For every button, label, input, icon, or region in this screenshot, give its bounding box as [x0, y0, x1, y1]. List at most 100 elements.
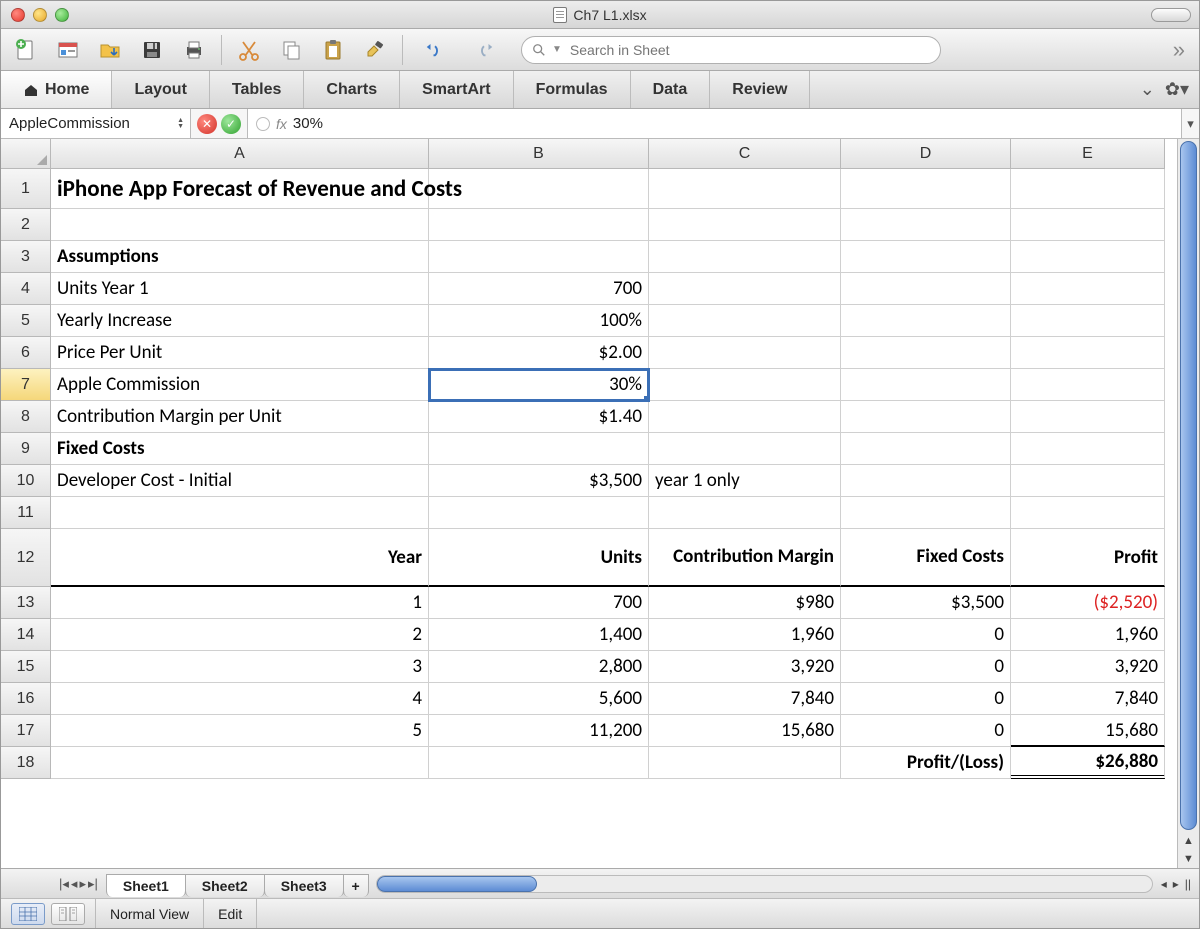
page-layout-view-button[interactable] [51, 903, 85, 925]
row-header-1[interactable]: 1 [1, 169, 51, 209]
ribbon-collapse-button[interactable]: ⌄ [1140, 79, 1155, 100]
cell-B15[interactable]: 2,800 [429, 651, 649, 683]
cell-B4[interactable]: 700 [429, 273, 649, 305]
cell-D14[interactable]: 0 [841, 619, 1011, 651]
scroll-down-button[interactable]: ▼ [1178, 850, 1199, 868]
cell-C2[interactable] [649, 209, 841, 241]
cell-E12[interactable]: Profit [1011, 529, 1165, 587]
row-header-14[interactable]: 14 [1, 619, 51, 651]
format-painter-button[interactable] [356, 33, 394, 67]
cell-E18[interactable]: $26,880 [1011, 747, 1165, 779]
cell-C6[interactable] [649, 337, 841, 369]
ribbon-tab-charts[interactable]: Charts [304, 71, 400, 108]
cell-C17[interactable]: 15,680 [649, 715, 841, 747]
sheet-tab-2[interactable]: Sheet2 [185, 874, 265, 897]
ribbon-tab-smartart[interactable]: SmartArt [400, 71, 513, 108]
ribbon-tab-data[interactable]: Data [631, 71, 711, 108]
name-box[interactable]: AppleCommission ▲▼ [1, 109, 191, 138]
ribbon-tab-review[interactable]: Review [710, 71, 810, 108]
new-workbook-button[interactable] [7, 33, 45, 67]
scroll-left-button[interactable]: ◂ [1161, 877, 1167, 891]
cell-B18[interactable] [429, 747, 649, 779]
row-header-12[interactable]: 12 [1, 529, 51, 587]
horizontal-scrollbar[interactable] [376, 875, 1153, 893]
row-header-7[interactable]: 7 [1, 369, 51, 401]
cell-A18[interactable] [51, 747, 429, 779]
cell-D18[interactable]: Profit/(Loss) [841, 747, 1011, 779]
cell-D12[interactable]: Fixed Costs [841, 529, 1011, 587]
toolbar-overflow-button[interactable]: » [1173, 37, 1193, 63]
row-header-10[interactable]: 10 [1, 465, 51, 497]
cell-B10[interactable]: $3,500 [429, 465, 649, 497]
row-header-16[interactable]: 16 [1, 683, 51, 715]
cell-C4[interactable] [649, 273, 841, 305]
cell-C3[interactable] [649, 241, 841, 273]
row-header-18[interactable]: 18 [1, 747, 51, 779]
cell-B16[interactable]: 5,600 [429, 683, 649, 715]
cancel-edit-button[interactable]: ✕ [197, 114, 217, 134]
minimize-window-button[interactable] [33, 8, 47, 22]
tab-nav-prev[interactable]: ◂ [71, 876, 78, 892]
cell-C15[interactable]: 3,920 [649, 651, 841, 683]
tab-nav-next[interactable]: ▸ [79, 876, 86, 892]
column-header-E[interactable]: E [1011, 139, 1165, 169]
row-header-6[interactable]: 6 [1, 337, 51, 369]
cell-A9[interactable]: Fixed Costs [51, 433, 429, 465]
close-window-button[interactable] [11, 8, 25, 22]
print-button[interactable] [175, 33, 213, 67]
search-box[interactable]: ▼ [521, 36, 941, 64]
cell-B9[interactable] [429, 433, 649, 465]
row-header-15[interactable]: 15 [1, 651, 51, 683]
cell-D13[interactable]: $3,500 [841, 587, 1011, 619]
cell-E8[interactable] [1011, 401, 1165, 433]
templates-button[interactable] [49, 33, 87, 67]
ribbon-tab-formulas[interactable]: Formulas [514, 71, 631, 108]
cell-B5[interactable]: 100% [429, 305, 649, 337]
cell-B8[interactable]: $1.40 [429, 401, 649, 433]
cell-E9[interactable] [1011, 433, 1165, 465]
cell-A5[interactable]: Yearly Increase [51, 305, 429, 337]
cell-E14[interactable]: 1,960 [1011, 619, 1165, 651]
select-all-corner[interactable] [1, 139, 51, 169]
cell-B14[interactable]: 1,400 [429, 619, 649, 651]
ribbon-tab-tables[interactable]: Tables [210, 71, 305, 108]
open-button[interactable] [91, 33, 129, 67]
cell-D6[interactable] [841, 337, 1011, 369]
row-header-4[interactable]: 4 [1, 273, 51, 305]
cell-A14[interactable]: 2 [51, 619, 429, 651]
sheet-tab-1[interactable]: Sheet1 [106, 874, 186, 897]
scrollbar-thumb[interactable] [1180, 141, 1197, 830]
cut-button[interactable] [230, 33, 268, 67]
add-sheet-button[interactable]: + [343, 874, 369, 897]
row-header-11[interactable]: 11 [1, 497, 51, 529]
row-header-17[interactable]: 17 [1, 715, 51, 747]
cell-E2[interactable] [1011, 209, 1165, 241]
cell-E1[interactable] [1011, 169, 1165, 209]
cell-D7[interactable] [841, 369, 1011, 401]
cell-C18[interactable] [649, 747, 841, 779]
ribbon-tab-layout[interactable]: Layout [112, 71, 209, 108]
paste-button[interactable] [314, 33, 352, 67]
cell-D2[interactable] [841, 209, 1011, 241]
cell-A7[interactable]: Apple Commission [51, 369, 429, 401]
cell-D5[interactable] [841, 305, 1011, 337]
row-header-13[interactable]: 13 [1, 587, 51, 619]
cell-C8[interactable] [649, 401, 841, 433]
cell-D3[interactable] [841, 241, 1011, 273]
cell-D4[interactable] [841, 273, 1011, 305]
cell-C1[interactable] [649, 169, 841, 209]
row-header-9[interactable]: 9 [1, 433, 51, 465]
cell-B2[interactable] [429, 209, 649, 241]
cell-C13[interactable]: $980 [649, 587, 841, 619]
cell-A4[interactable]: Units Year 1 [51, 273, 429, 305]
undo-button[interactable] [411, 33, 459, 67]
cell-C12[interactable]: Contribution Margin [649, 529, 841, 587]
sheet-tab-3[interactable]: Sheet3 [264, 874, 344, 897]
cell-B17[interactable]: 11,200 [429, 715, 649, 747]
scrollbar-thumb[interactable] [377, 876, 537, 892]
formula-input[interactable]: fx 30% [248, 109, 1181, 138]
copy-button[interactable] [272, 33, 310, 67]
cell-B12[interactable]: Units [429, 529, 649, 587]
cell-E10[interactable] [1011, 465, 1165, 497]
cell-D1[interactable] [841, 169, 1011, 209]
